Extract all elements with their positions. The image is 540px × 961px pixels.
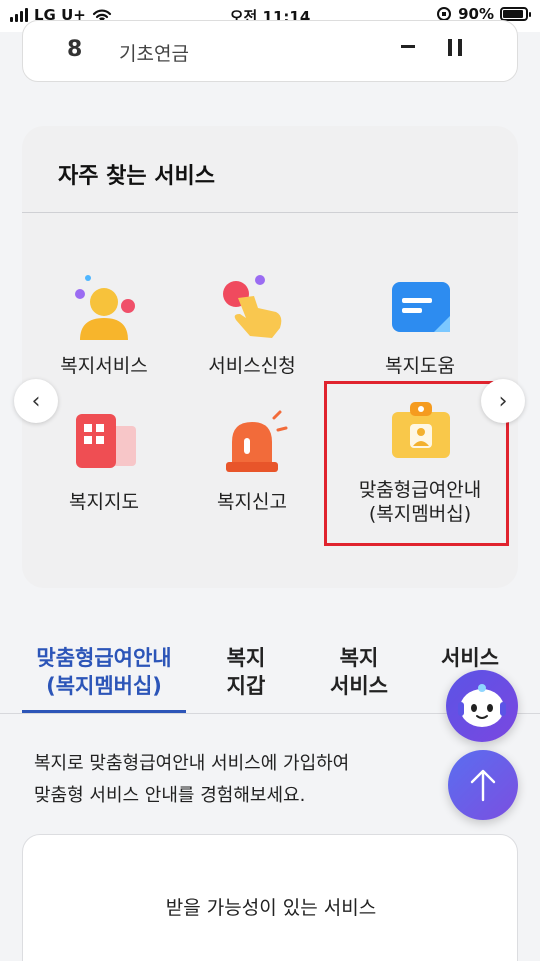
minus-icon <box>401 45 415 48</box>
siren-icon <box>214 408 290 484</box>
active-tab-indicator <box>22 710 186 713</box>
top-ranking-card[interactable]: 8 기초연금 <box>22 20 518 82</box>
service-label: 복지도움 <box>385 355 455 377</box>
chevron-left-icon: ‹ <box>31 388 41 414</box>
chatbot-icon <box>458 684 506 727</box>
service-welfare-report[interactable]: 복지신고 <box>172 408 332 514</box>
service-apply[interactable]: 서비스신청 <box>172 272 332 378</box>
carousel-next-button[interactable]: › <box>481 379 525 423</box>
service-label: 복지지도 <box>69 491 139 513</box>
service-welfare-services[interactable]: 복지서비스 <box>24 272 184 378</box>
scroll-to-top-button[interactable] <box>448 750 518 820</box>
service-label: 복지서비스 <box>60 355 148 377</box>
tab-welfare-wallet[interactable]: 복지 지갑 <box>200 644 292 700</box>
membership-description: 복지로 맞춤형급여안내 서비스에 가입하여 맞춤형 서비스 안내를 경험해보세요… <box>34 753 350 806</box>
card-title: 받을 가능성이 있는 서비스 <box>165 897 377 919</box>
person-service-icon <box>66 272 142 348</box>
possible-services-card: 받을 가능성이 있는 서비스 <box>22 834 518 961</box>
service-welfare-help[interactable]: 복지도움 <box>340 272 500 378</box>
tap-apply-icon <box>214 272 290 348</box>
divider <box>22 212 518 213</box>
battery-icon <box>500 7 531 21</box>
section-title: 자주 찾는 서비스 <box>58 164 215 189</box>
arrow-up-icon <box>470 769 496 802</box>
carousel-prev-button[interactable]: ‹ <box>14 379 58 423</box>
ranking-number: 8 <box>67 37 83 62</box>
map-grid-icon <box>66 408 142 484</box>
tab-membership[interactable]: 맞춤형급여안내 (복지멤버십) <box>20 644 188 700</box>
chatbot-button[interactable] <box>446 670 518 742</box>
tab-welfare-services[interactable]: 복지 서비스 <box>306 644 412 700</box>
service-welfare-map[interactable]: 복지지도 <box>24 408 184 514</box>
ranking-item-name: 기초연금 <box>119 43 189 65</box>
chat-help-icon <box>382 272 458 348</box>
service-label: 복지신고 <box>217 491 287 513</box>
pause-icon[interactable] <box>448 39 462 56</box>
service-label: 서비스신청 <box>208 355 296 377</box>
chevron-right-icon: › <box>498 388 508 414</box>
